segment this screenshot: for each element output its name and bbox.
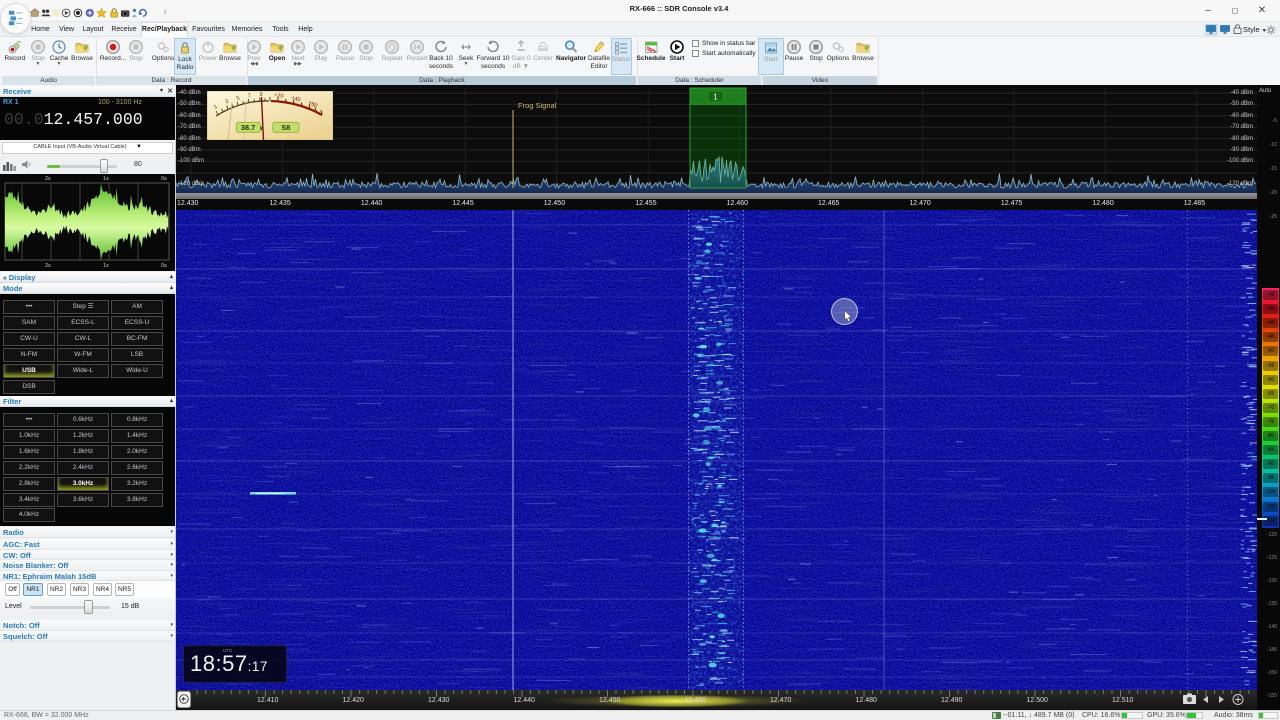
svg-text:38.7: 38.7 (241, 123, 256, 132)
svg-text:S8: S8 (281, 123, 290, 132)
svg-text:Frog Signal: Frog Signal (518, 101, 557, 110)
svg-text:1: 1 (713, 93, 718, 102)
